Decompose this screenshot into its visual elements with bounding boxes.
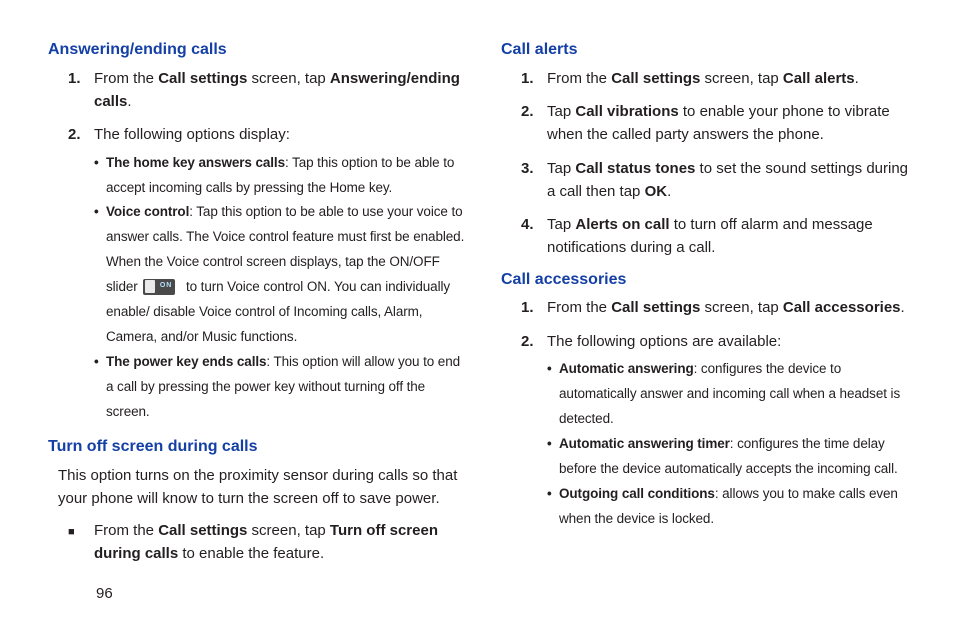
bold: The power key ends calls	[106, 354, 266, 369]
bullet-item: • Outgoing call conditions: allows you t…	[547, 482, 920, 532]
list-body: From the Call settings screen, tap Call …	[547, 67, 920, 90]
square-item: ■ From the Call settings screen, tap Tur…	[48, 519, 467, 566]
bold: The home key answers calls	[106, 155, 285, 170]
list-answering-ending: 1. From the Call settings screen, tap An…	[48, 67, 467, 427]
on-toggle-icon	[143, 279, 175, 295]
list-body: Tap Call status tones to set the sound s…	[547, 157, 920, 204]
text: .	[855, 70, 859, 87]
list-item: 4. Tap Alerts on call to turn off alarm …	[501, 213, 920, 260]
bullet-marker: •	[547, 482, 559, 532]
bold: Call alerts	[783, 70, 855, 87]
bullet-marker: •	[94, 151, 106, 201]
bullet-body: Automatic answering timer: configures th…	[559, 432, 920, 482]
list-item: 1. From the Call settings screen, tap Ca…	[501, 296, 920, 319]
bold: OK	[645, 183, 668, 200]
list-call-accessories: 1. From the Call settings screen, tap Ca…	[501, 296, 920, 533]
text: .	[901, 299, 905, 316]
marker: 1.	[48, 67, 94, 114]
list-body: From the Call settings screen, tap Call …	[547, 296, 920, 319]
text: Tap	[547, 103, 575, 120]
bold: Automatic answering	[559, 361, 694, 376]
text: The following options display:	[94, 126, 290, 143]
text: From the	[94, 70, 158, 87]
heading-call-accessories: Call accessories	[501, 270, 920, 291]
text: From the	[547, 299, 611, 316]
heading-answering-ending: Answering/ending calls	[48, 40, 467, 61]
left-column: Answering/ending calls 1. From the Call …	[48, 40, 467, 636]
list-body: The following options display: • The hom…	[94, 123, 467, 427]
bullet-list: • Automatic answering: configures the de…	[547, 357, 920, 532]
bold: Call settings	[611, 70, 700, 87]
list-body: From the Call settings screen, tap Answe…	[94, 67, 467, 114]
bold: Automatic answering timer	[559, 436, 730, 451]
text: screen, tap	[700, 70, 783, 87]
square-marker: ■	[48, 519, 94, 566]
bold: Call settings	[611, 299, 700, 316]
marker: 1.	[501, 296, 547, 319]
list-item: 2. The following options display: • The …	[48, 123, 467, 427]
bullet-marker: •	[547, 432, 559, 482]
text: screen, tap	[700, 299, 783, 316]
text: screen, tap	[247, 522, 330, 539]
page: Answering/ending calls 1. From the Call …	[0, 0, 954, 636]
marker: 1.	[501, 67, 547, 90]
bullet-body: Outgoing call conditions: allows you to …	[559, 482, 920, 532]
list-item: 3. Tap Call status tones to set the soun…	[501, 157, 920, 204]
list-item: 1. From the Call settings screen, tap An…	[48, 67, 467, 114]
list-call-alerts: 1. From the Call settings screen, tap Ca…	[501, 67, 920, 260]
bold: Call accessories	[783, 299, 901, 316]
square-body: From the Call settings screen, tap Turn …	[94, 519, 467, 566]
list-item: 1. From the Call settings screen, tap Ca…	[501, 67, 920, 90]
bullet-body: Voice control: Tap this option to be abl…	[106, 200, 467, 350]
marker: 4.	[501, 213, 547, 260]
bullet-item: • The power key ends calls: This option …	[94, 350, 467, 425]
bullet-item: • The home key answers calls: Tap this o…	[94, 151, 467, 201]
marker: 2.	[501, 330, 547, 534]
list-body: Tap Alerts on call to turn off alarm and…	[547, 213, 920, 260]
bullet-item: • Automatic answering timer: configures …	[547, 432, 920, 482]
bullet-body: The home key answers calls: Tap this opt…	[106, 151, 467, 201]
bullet-marker: •	[94, 200, 106, 350]
bullet-marker: •	[94, 350, 106, 425]
bullet-list: • The home key answers calls: Tap this o…	[94, 151, 467, 426]
text: to enable the feature.	[178, 545, 324, 562]
marker: 3.	[501, 157, 547, 204]
text: .	[127, 93, 131, 110]
text: Tap	[547, 160, 575, 177]
bold: Call status tones	[575, 160, 695, 177]
bullet-item: • Automatic answering: configures the de…	[547, 357, 920, 432]
bold: Voice control	[106, 204, 189, 219]
text: From the	[547, 70, 611, 87]
bold: Call settings	[158, 522, 247, 539]
text: Tap	[547, 216, 575, 233]
list-body: The following options are available: • A…	[547, 330, 920, 534]
paragraph: This option turns on the proximity senso…	[58, 464, 467, 511]
bullet-marker: •	[547, 357, 559, 432]
bold: Call vibrations	[575, 103, 678, 120]
bullet-body: The power key ends calls: This option wi…	[106, 350, 467, 425]
list-item: 2. The following options are available: …	[501, 330, 920, 534]
bold: Alerts on call	[575, 216, 669, 233]
text: .	[667, 183, 671, 200]
bold: Call settings	[158, 70, 247, 87]
marker: 2.	[501, 100, 547, 147]
text: screen, tap	[247, 70, 330, 87]
text: From the	[94, 522, 158, 539]
heading-turn-off-screen: Turn off screen during calls	[48, 437, 467, 458]
heading-call-alerts: Call alerts	[501, 40, 920, 61]
text: The following options are available:	[547, 333, 781, 350]
bullet-item: • Voice control: Tap this option to be a…	[94, 200, 467, 350]
page-number: 96	[96, 585, 113, 602]
list-body: Tap Call vibrations to enable your phone…	[547, 100, 920, 147]
square-list: ■ From the Call settings screen, tap Tur…	[48, 519, 467, 566]
list-item: 2. Tap Call vibrations to enable your ph…	[501, 100, 920, 147]
right-column: Call alerts 1. From the Call settings sc…	[501, 40, 920, 636]
marker: 2.	[48, 123, 94, 427]
bold: Outgoing call conditions	[559, 486, 715, 501]
bullet-body: Automatic answering: configures the devi…	[559, 357, 920, 432]
